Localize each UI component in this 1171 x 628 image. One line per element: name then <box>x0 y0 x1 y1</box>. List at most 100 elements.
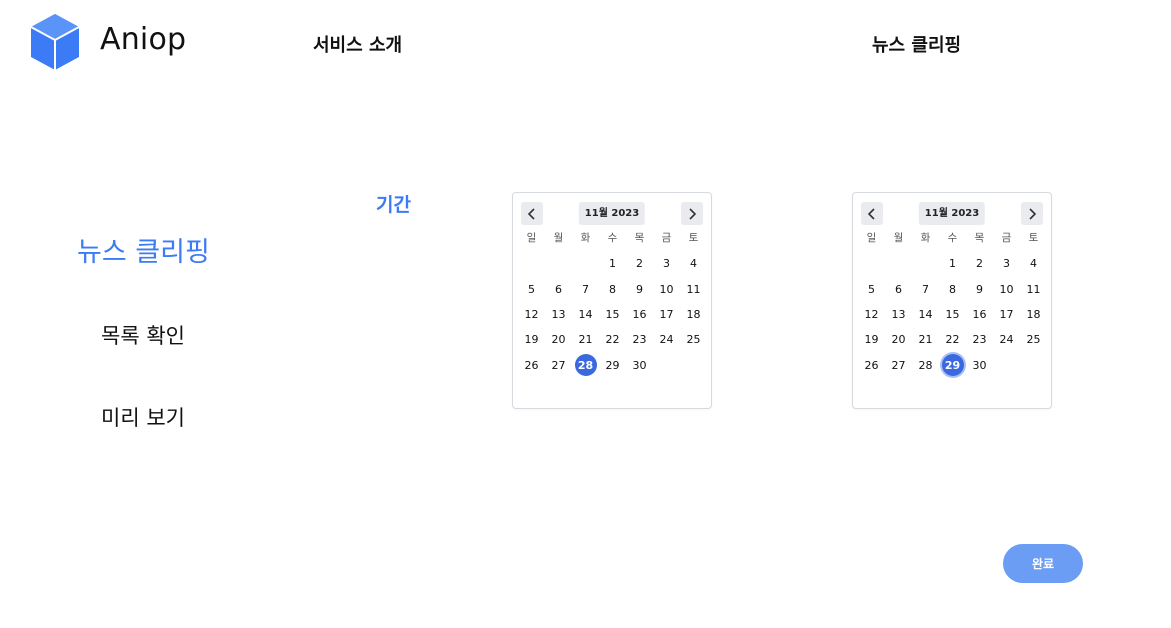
day-cell[interactable]: 1 <box>939 251 966 276</box>
day-cell[interactable]: 16 <box>626 302 653 327</box>
day-cell[interactable]: 25 <box>1020 327 1047 352</box>
day-cell[interactable]: 1 <box>599 251 626 276</box>
day-cell[interactable]: 15 <box>599 302 626 327</box>
day-cell[interactable]: 12 <box>858 302 885 327</box>
day-cell[interactable]: 21 <box>572 327 599 352</box>
day-cell[interactable]: 28 <box>912 353 939 378</box>
weekday-label: 토 <box>688 232 699 244</box>
day-cell[interactable]: 15 <box>939 302 966 327</box>
day-cell[interactable]: 16 <box>966 302 993 327</box>
weekday-row: 일월화수목금토 <box>518 231 707 245</box>
day-cell[interactable]: 14 <box>572 302 599 327</box>
day-cell[interactable]: 4 <box>680 251 707 276</box>
day-cell[interactable]: 26 <box>858 353 885 378</box>
nav-service-intro[interactable]: 서비스 소개 <box>313 31 402 57</box>
day-cell[interactable]: 20 <box>545 327 572 352</box>
weekday-label: 월 <box>893 232 904 244</box>
empty-day-cell <box>858 251 885 276</box>
empty-day-cell <box>572 251 599 276</box>
day-cell[interactable]: 2 <box>966 251 993 276</box>
selected-day[interactable]: 29 <box>939 353 966 378</box>
day-cell[interactable]: 27 <box>545 353 572 378</box>
day-cell[interactable]: 6 <box>545 276 572 301</box>
day-cell[interactable]: 11 <box>680 276 707 301</box>
day-cell[interactable]: 19 <box>518 327 545 352</box>
weekday-row: 일월화수목금토 <box>858 231 1047 245</box>
brand-name: Aniop <box>100 22 187 57</box>
nav-news-clipping[interactable]: 뉴스 클리핑 <box>872 31 961 57</box>
day-cell[interactable]: 5 <box>858 276 885 301</box>
day-grid: 1 2 3 4 5 6 7 8 9 10 11 12 13 14 15 16 17 18 19 20 21 22 23 24 2… <box>518 251 707 378</box>
selected-day[interactable]: 28 <box>572 353 599 378</box>
day-cell[interactable]: 22 <box>939 327 966 352</box>
weekday-label: 일 <box>526 232 537 244</box>
weekday-label: 월 <box>553 232 564 244</box>
empty-day-cell <box>545 251 572 276</box>
day-cell[interactable]: 10 <box>653 276 680 301</box>
next-month-button[interactable] <box>681 202 703 225</box>
day-cell[interactable]: 9 <box>626 276 653 301</box>
day-cell[interactable]: 22 <box>599 327 626 352</box>
selected-day-number: 28 <box>574 354 597 377</box>
empty-day-cell <box>518 251 545 276</box>
month-label[interactable]: 11월 2023 <box>578 202 646 225</box>
day-cell[interactable]: 4 <box>1020 251 1047 276</box>
weekday-label: 토 <box>1028 232 1039 244</box>
weekday-label: 목 <box>974 232 985 244</box>
weekday-label: 수 <box>607 232 618 244</box>
day-cell[interactable]: 8 <box>939 276 966 301</box>
day-cell[interactable]: 30 <box>626 353 653 378</box>
day-cell[interactable]: 27 <box>885 353 912 378</box>
calendar-header: 11월 2023 <box>521 202 703 225</box>
next-month-button[interactable] <box>1021 202 1043 225</box>
day-cell[interactable]: 7 <box>572 276 599 301</box>
day-cell[interactable]: 30 <box>966 353 993 378</box>
chevron-right-icon <box>689 207 697 220</box>
day-cell[interactable]: 24 <box>653 327 680 352</box>
day-cell[interactable]: 23 <box>626 327 653 352</box>
day-cell[interactable]: 3 <box>993 251 1020 276</box>
day-cell[interactable]: 2 <box>626 251 653 276</box>
day-cell[interactable]: 13 <box>885 302 912 327</box>
empty-day-cell <box>885 251 912 276</box>
day-cell[interactable]: 26 <box>518 353 545 378</box>
day-cell[interactable]: 8 <box>599 276 626 301</box>
weekday-label: 화 <box>920 232 931 244</box>
day-cell[interactable]: 29 <box>599 353 626 378</box>
period-label: 기간 <box>376 194 411 216</box>
month-label[interactable]: 11월 2023 <box>918 202 986 225</box>
day-cell[interactable]: 13 <box>545 302 572 327</box>
day-cell[interactable]: 7 <box>912 276 939 301</box>
day-cell[interactable]: 12 <box>518 302 545 327</box>
end-date-calendar: 11월 2023 일월화수목금토 1 2 3 4 5 6 7 8 9 10 11 12 13 14 15 16… <box>852 192 1052 409</box>
day-cell[interactable]: 23 <box>966 327 993 352</box>
weekday-label: 수 <box>947 232 958 244</box>
day-cell[interactable]: 20 <box>885 327 912 352</box>
sidebar-item-list[interactable]: 목록 확인 <box>101 320 185 350</box>
sidebar-title: 뉴스 클리핑 <box>77 237 210 268</box>
day-cell[interactable]: 25 <box>680 327 707 352</box>
cube-icon <box>30 14 80 70</box>
day-cell[interactable]: 18 <box>680 302 707 327</box>
day-cell[interactable]: 3 <box>653 251 680 276</box>
day-cell[interactable]: 5 <box>518 276 545 301</box>
day-cell[interactable]: 24 <box>993 327 1020 352</box>
done-button[interactable]: 완료 <box>1003 544 1083 583</box>
day-cell[interactable]: 6 <box>885 276 912 301</box>
prev-month-button[interactable] <box>521 202 543 225</box>
day-cell[interactable]: 9 <box>966 276 993 301</box>
sidebar-item-preview[interactable]: 미리 보기 <box>101 402 185 432</box>
chevron-right-icon <box>1029 207 1037 220</box>
day-cell[interactable]: 14 <box>912 302 939 327</box>
logo[interactable] <box>28 12 82 72</box>
prev-month-button[interactable] <box>861 202 883 225</box>
day-cell[interactable]: 17 <box>653 302 680 327</box>
day-cell[interactable]: 17 <box>993 302 1020 327</box>
day-cell[interactable]: 10 <box>993 276 1020 301</box>
day-cell[interactable]: 21 <box>912 327 939 352</box>
day-cell[interactable]: 11 <box>1020 276 1047 301</box>
day-cell[interactable]: 19 <box>858 327 885 352</box>
weekday-label: 화 <box>580 232 591 244</box>
day-cell[interactable]: 18 <box>1020 302 1047 327</box>
calendar-header: 11월 2023 <box>861 202 1043 225</box>
